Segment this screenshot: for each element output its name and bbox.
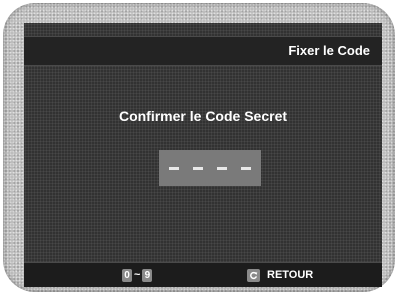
return-arrow-icon: [247, 268, 260, 282]
key-9-icon: 9: [142, 268, 153, 282]
return-label: RETOUR: [267, 269, 314, 281]
tv-bezel: Fixer le Code Confirmer le Code Secret 0…: [3, 3, 395, 292]
number-keys-hint: 0 ~ 9: [122, 268, 153, 282]
code-digit-placeholder: [169, 166, 179, 170]
code-digit-placeholder: [217, 166, 227, 170]
secret-code-input[interactable]: [159, 150, 261, 186]
code-digit-placeholder: [193, 166, 203, 170]
code-digit-placeholder: [241, 166, 251, 170]
title-bar: Fixer le Code: [24, 36, 382, 66]
osd-screen: Fixer le Code Confirmer le Code Secret 0…: [24, 23, 382, 287]
confirm-prompt: Confirmer le Code Secret: [118, 108, 288, 124]
return-button[interactable]: RETOUR: [247, 268, 313, 282]
key-range-separator: ~: [134, 269, 141, 281]
page-title: Fixer le Code: [288, 43, 370, 58]
help-bar: 0 ~ 9 RETOUR: [24, 262, 382, 287]
key-0-icon: 0: [122, 268, 132, 282]
